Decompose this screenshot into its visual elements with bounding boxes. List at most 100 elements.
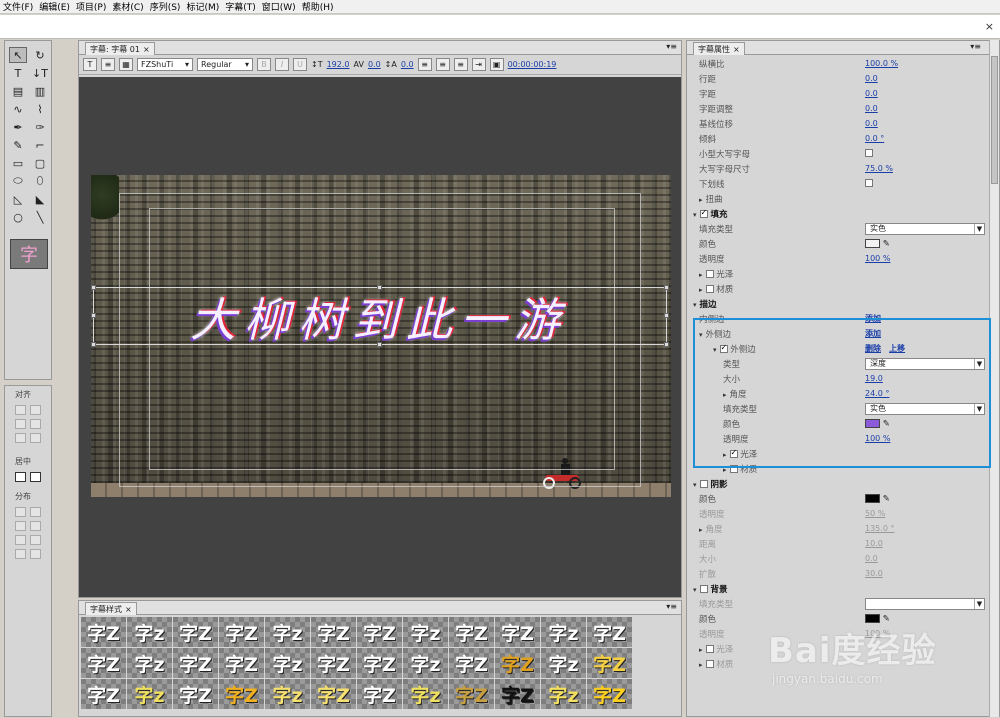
style-swatch[interactable]: 字Z — [495, 617, 540, 647]
style-swatch[interactable]: 字Z — [173, 648, 218, 678]
property-value[interactable]: 50 % — [865, 509, 885, 519]
style-swatch[interactable]: 字Z — [311, 648, 356, 678]
rounded-rect-tool-icon[interactable]: ▢ — [31, 155, 49, 171]
vertical-area-type-tool-icon[interactable]: ▥ — [31, 83, 49, 99]
property-value-text[interactable]: 50 % — [865, 509, 885, 518]
style-swatch[interactable]: 字Z — [495, 679, 540, 709]
property-value[interactable]: ✎ — [865, 238, 890, 249]
rectangle-tool-icon[interactable]: ▭ — [9, 155, 27, 171]
resize-handle[interactable] — [664, 342, 669, 347]
align-hcenter-icon[interactable] — [30, 419, 41, 429]
style-swatch[interactable]: 字Z — [311, 617, 356, 647]
property-value-text[interactable]: 100 % — [865, 629, 890, 638]
align-bottom-icon[interactable] — [30, 433, 41, 443]
style-swatch[interactable]: 字Z — [449, 648, 494, 678]
property-value[interactable]: 75.0 % — [865, 164, 893, 174]
align-center-text-icon[interactable]: ≡ — [435, 58, 450, 71]
pen-tool-icon[interactable]: ✒ — [9, 119, 27, 135]
property-value[interactable]: 0.0 — [865, 554, 878, 564]
area-type-tool-icon[interactable]: ▤ — [9, 83, 27, 99]
style-swatch[interactable]: 字Z — [449, 679, 494, 709]
resize-handle[interactable] — [91, 342, 96, 347]
distribute-left-icon[interactable] — [15, 507, 26, 517]
resize-handle[interactable] — [664, 285, 669, 290]
align-left-text-icon[interactable]: ≡ — [417, 58, 432, 71]
property-value[interactable]: ✎ — [865, 613, 890, 624]
property-value[interactable]: 0.0 — [865, 119, 878, 129]
center-horizontal-icon[interactable] — [15, 472, 26, 482]
style-swatch[interactable]: 字Z — [357, 679, 402, 709]
menu-item[interactable]: 序列(S) — [147, 0, 184, 13]
tab-properties[interactable]: 字幕属性 × — [693, 42, 745, 55]
color-swatch[interactable] — [865, 493, 880, 503]
add-anchor-tool-icon[interactable]: ✎ — [9, 137, 27, 153]
new-title-icon[interactable]: T — [83, 58, 97, 71]
property-value[interactable] — [865, 149, 873, 159]
expand-triangle-icon[interactable]: ▾ — [693, 211, 697, 219]
font-size-value[interactable]: 192.0 — [327, 60, 350, 69]
tab-close-icon[interactable]: × — [125, 605, 132, 614]
expand-triangle-icon[interactable]: ▾ — [693, 481, 697, 489]
property-value[interactable] — [865, 179, 873, 189]
tab-styles[interactable]: 字幕样式 × — [85, 602, 137, 615]
panel-menu-icon[interactable]: ▾≡ — [666, 602, 677, 611]
distribute-right-icon[interactable] — [15, 535, 26, 545]
property-value[interactable]: 100 % — [865, 629, 890, 639]
align-vcenter-icon[interactable] — [30, 405, 41, 415]
property-value-text[interactable]: 0.0 — [865, 104, 878, 113]
expand-triangle-icon[interactable]: ▸ — [699, 286, 703, 294]
property-checkbox[interactable] — [865, 149, 873, 157]
property-value[interactable]: 10.0 — [865, 539, 883, 549]
tab-close-icon[interactable]: × — [143, 45, 150, 54]
arc-tool-icon[interactable]: ◣ — [31, 191, 49, 207]
property-value[interactable]: 实色 ▼ — [865, 222, 985, 235]
resize-handle[interactable] — [377, 285, 382, 290]
italic-icon[interactable]: I — [275, 58, 289, 71]
background-video-icon[interactable]: ▣ — [489, 58, 504, 71]
style-swatch[interactable]: 字Z — [311, 679, 356, 709]
style-swatch[interactable]: 字z — [403, 617, 448, 647]
eyedropper-icon[interactable]: ✎ — [883, 239, 890, 249]
tab-title[interactable]: 字幕: 字幕 01 × — [85, 42, 155, 55]
property-dropdown[interactable]: 实色 ▼ — [865, 222, 985, 235]
style-swatch[interactable]: 字z — [127, 648, 172, 678]
expand-triangle-icon[interactable]: ▸ — [699, 526, 703, 534]
underline-icon[interactable]: U — [293, 58, 307, 71]
expand-triangle-icon[interactable]: ▾ — [693, 301, 697, 309]
vertical-path-type-tool-icon[interactable]: ⌇ — [31, 101, 49, 117]
property-value[interactable]: 100.0 % — [865, 59, 898, 69]
font-family-select[interactable]: FZShuTi ▾ — [137, 58, 193, 71]
style-swatch[interactable]: 字Z — [587, 648, 632, 678]
resize-handle[interactable] — [377, 342, 382, 347]
property-value[interactable]: ▼ — [865, 597, 985, 610]
menu-item[interactable]: 文件(F) — [0, 0, 36, 13]
wedge-tool-icon[interactable]: ◺ — [9, 191, 27, 207]
section-checkbox[interactable] — [699, 208, 708, 218]
property-value[interactable]: 0.0 — [865, 104, 878, 114]
style-swatch[interactable]: 字Z — [219, 648, 264, 678]
style-swatch[interactable]: 字Z — [173, 679, 218, 709]
style-swatch[interactable]: 字Z — [219, 679, 264, 709]
section-checkbox[interactable] — [699, 480, 708, 488]
property-value-text[interactable]: 0.0 — [865, 119, 878, 128]
property-value[interactable]: 0.0 — [865, 74, 878, 84]
type-tool-icon[interactable]: T — [9, 65, 27, 81]
scrollbar-thumb[interactable] — [991, 56, 998, 184]
rounded-corner-tool-icon[interactable]: ⬯ — [31, 173, 49, 189]
style-swatch[interactable]: 字z — [265, 617, 310, 647]
leading-value[interactable]: 0.0 — [401, 60, 414, 69]
style-swatch[interactable]: 字z — [541, 617, 586, 647]
kerning-value[interactable]: 0.0 — [368, 60, 381, 69]
style-swatch[interactable]: 字Z — [219, 617, 264, 647]
property-value[interactable]: 100 % — [865, 254, 890, 264]
property-dropdown[interactable]: ▼ — [865, 597, 985, 610]
property-value-text[interactable]: 75.0 % — [865, 164, 893, 173]
clipped-rect-tool-icon[interactable]: ⬭ — [9, 173, 27, 189]
menu-item[interactable]: 编辑(E) — [36, 0, 73, 13]
expand-triangle-icon[interactable]: ▸ — [699, 661, 703, 669]
tab-close-icon[interactable]: × — [733, 45, 740, 54]
eyedropper-icon[interactable]: ✎ — [883, 494, 890, 504]
style-swatch[interactable]: 字Z — [81, 679, 126, 709]
path-type-tool-icon[interactable]: ∿ — [9, 101, 27, 117]
property-value-text[interactable]: 100 % — [865, 254, 890, 263]
